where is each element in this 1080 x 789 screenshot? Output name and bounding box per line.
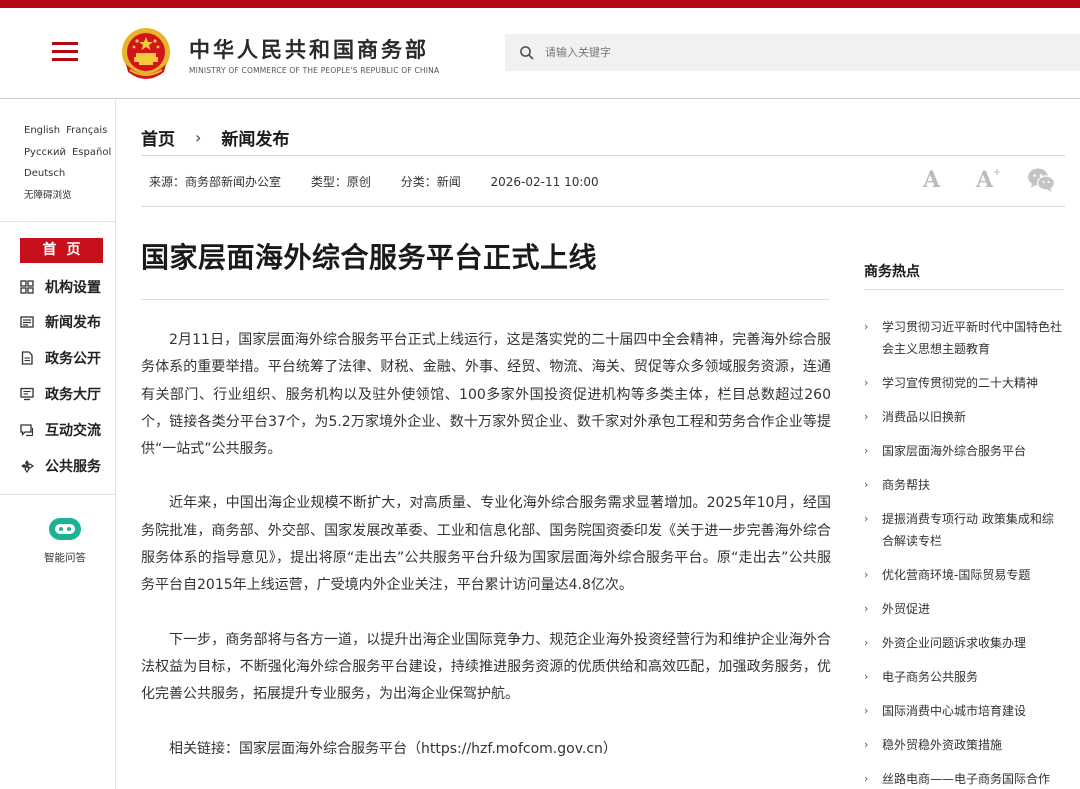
article-meta: 来源：商务部新闻办公室 类型：原创 分类：新闻 2026-02-11 10:00: [149, 173, 625, 190]
site-header: 中华人民共和国商务部 MINISTRY OF COMMERCE OF THE P…: [0, 8, 1080, 99]
nav-item-interaction[interactable]: 互动交流: [20, 419, 101, 441]
font-increase-label: A: [976, 167, 994, 193]
chevron-right-icon: ›: [864, 670, 869, 683]
article-body: 2月11日，国家层面海外综合服务平台正式上线运行，这是落实党的二十届四中全会精神…: [141, 327, 831, 789]
hot-topic-link[interactable]: › 丝路电商——电子商务国际合作: [864, 768, 1064, 789]
hot-topic-link[interactable]: › 消费品以旧换新: [864, 406, 1064, 428]
chevron-right-icon: ›: [864, 444, 869, 457]
robot-icon: [49, 518, 81, 540]
org-chart-icon: [20, 280, 34, 294]
hot-topic-link[interactable]: › 学习宣传贯彻党的二十大精神: [864, 372, 1064, 394]
font-decrease-label: A: [923, 167, 941, 193]
sidebar-title: 商务热点: [864, 264, 920, 280]
nav-home-button[interactable]: 首页: [20, 238, 103, 263]
smart-qa-label: 智能问答: [44, 552, 86, 564]
meta-datetime: 2026-02-11 10:00: [490, 175, 599, 189]
hot-topics-list: › 学习贯彻习近平新时代中国特色社会主义思想主题教育 › 学习宣传贯彻党的二十大精神…: [864, 316, 1064, 789]
chevron-right-icon: ›: [864, 568, 869, 581]
nav-item-public-service[interactable]: 公共服务: [20, 455, 101, 477]
chevron-right-icon: ›: [864, 772, 869, 785]
chevron-right-icon: ›: [864, 320, 869, 333]
article-title: 国家层面海外综合服务平台正式上线: [141, 241, 598, 274]
chat-icon: [20, 424, 34, 437]
breadcrumb: 首页 › 新闻发布: [141, 125, 289, 150]
lang-russian[interactable]: Русский: [24, 147, 66, 158]
chevron-right-icon: ›: [864, 704, 869, 717]
service-icon: [21, 460, 34, 473]
search-icon[interactable]: [519, 45, 535, 61]
chevron-right-icon: ›: [864, 602, 869, 615]
divider: [0, 221, 115, 222]
newspaper-icon: [20, 316, 34, 328]
nav-item-organization[interactable]: 机构设置: [20, 276, 101, 298]
smart-qa-button[interactable]: 智能问答: [40, 515, 90, 565]
search-input[interactable]: [545, 34, 1065, 71]
hot-topic-link[interactable]: › 学习贯彻习近平新时代中国特色社会主义思想主题教育: [864, 316, 1064, 360]
related-link[interactable]: 相关链接：国家层面海外综合服务平台（https://hzf.mofcom.gov…: [141, 736, 831, 763]
meta-category: 分类：新闻: [400, 175, 461, 189]
hamburger-menu-icon[interactable]: [52, 42, 78, 62]
font-increase-button[interactable]: A+: [976, 167, 1001, 193]
hot-topic-link[interactable]: › 国家层面海外综合服务平台: [864, 440, 1064, 462]
hot-topic-link[interactable]: › 稳外贸稳外资政策措施: [864, 734, 1064, 756]
article-paragraph: 近年来，中国出海企业规模不断扩大，对高质量、专业化海外综合服务需求显著增加。20…: [141, 495, 831, 594]
nav-item-label: 政务大厅: [45, 387, 101, 403]
chevron-right-icon: ›: [864, 512, 869, 525]
breadcrumb-current[interactable]: 新闻发布: [221, 125, 289, 150]
hot-topic-link[interactable]: › 商务帮扶: [864, 474, 1064, 496]
nav-item-label: 公共服务: [45, 459, 101, 475]
nav-item-service-hall[interactable]: 政务大厅: [20, 383, 101, 405]
site-title-english: MINISTRY OF COMMERCE OF THE PEOPLE'S REP…: [189, 66, 440, 75]
nav-item-label: 机构设置: [45, 280, 101, 296]
left-navigation: English Français Русский Español Deutsch 无…: [0, 100, 116, 789]
wechat-share-icon[interactable]: [1027, 167, 1055, 193]
nav-item-government-affairs[interactable]: 政务公开: [20, 347, 101, 369]
chevron-right-icon: ›: [864, 636, 869, 649]
breadcrumb-separator: ›: [195, 128, 202, 147]
article-paragraph: 2月11日，国家层面海外综合服务平台正式上线运行，这是落实党的二十届四中全会精神…: [141, 332, 831, 458]
hot-topic-link[interactable]: › 提振消费专项行动 政策集成和综合解读专栏: [864, 508, 1064, 552]
search-bar: [505, 34, 1080, 71]
nav-item-news[interactable]: 新闻发布: [20, 311, 101, 333]
article-paragraph: 下一步，商务部将与各方一道，以提升出海企业国际竞争力、规范企业海外投资经营行为和…: [141, 631, 831, 703]
divider: [0, 494, 115, 495]
chevron-right-icon: ›: [864, 410, 869, 423]
hot-topic-link[interactable]: › 优化营商环境-国际贸易专题: [864, 564, 1064, 586]
chevron-right-icon: ›: [864, 376, 869, 389]
sidebar-divider: [864, 289, 1064, 290]
breadcrumb-home-link[interactable]: 首页: [141, 125, 175, 150]
nav-item-label: 政务公开: [45, 351, 101, 367]
monitor-icon: [20, 387, 34, 401]
accessibility-link[interactable]: 无障碍浏览: [24, 185, 117, 207]
title-divider: [141, 299, 830, 300]
site-title: 中华人民共和国商务部: [189, 38, 429, 62]
hot-topic-link[interactable]: › 电子商务公共服务: [864, 666, 1064, 688]
national-emblem-logo[interactable]: [120, 26, 172, 82]
lang-english[interactable]: English: [24, 125, 60, 136]
font-increase-plus: +: [993, 167, 1001, 178]
hot-topic-link[interactable]: › 国际消费中心城市培育建设: [864, 700, 1064, 722]
hot-topic-link[interactable]: › 外贸促进: [864, 598, 1064, 620]
nav-item-label: 互动交流: [45, 423, 101, 439]
article-meta-bar: 来源：商务部新闻办公室 类型：原创 分类：新闻 2026-02-11 10:00…: [141, 155, 1065, 207]
lang-french[interactable]: Français: [66, 125, 107, 136]
meta-type: 类型：原创: [310, 175, 371, 189]
hot-topic-link[interactable]: › 外资企业问题诉求收集办理: [864, 632, 1064, 654]
language-links: English Français Русский Español Deutsch 无…: [24, 120, 117, 206]
meta-source: 来源：商务部新闻办公室: [149, 175, 282, 189]
top-red-bar: [0, 0, 1080, 8]
document-icon: [21, 351, 33, 365]
lang-spanish[interactable]: Español: [72, 147, 111, 158]
chevron-right-icon: ›: [864, 478, 869, 491]
chevron-right-icon: ›: [864, 738, 869, 751]
font-decrease-button[interactable]: A: [923, 167, 940, 193]
nav-item-label: 新闻发布: [45, 315, 101, 331]
lang-german[interactable]: Deutsch: [24, 168, 65, 179]
